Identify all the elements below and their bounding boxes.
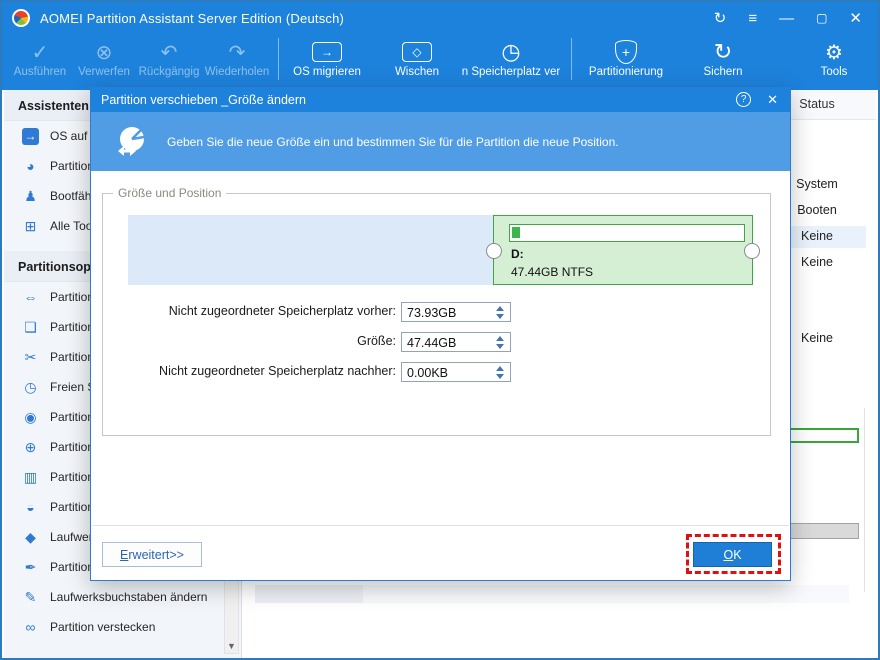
move-resize-icon: ⇔ <box>23 288 38 305</box>
spin-down-icon[interactable] <box>496 343 504 349</box>
partition-size-input[interactable] <box>401 332 511 352</box>
help-icon[interactable]: ? <box>736 92 752 107</box>
resize-handle-left[interactable] <box>486 243 502 259</box>
aomei-logo-icon <box>12 9 30 27</box>
window-title: AOMEI Partition Assistant Server Edition… <box>40 10 345 26</box>
pie-clock-icon: ◷ <box>501 39 521 64</box>
merge-icon: ◉ <box>24 408 37 425</box>
partition-layout-bar: D: 47.44GB NTFS <box>128 215 760 285</box>
partition-name: D: <box>511 247 524 261</box>
ok-button[interactable]: OK <box>693 542 772 567</box>
bottom-panel-band <box>363 585 849 603</box>
dialog-subtitle: Geben Sie die neue Größe ein und bestimm… <box>167 134 619 149</box>
broom-icon: ✒ <box>24 558 37 575</box>
field-row-before: Nicht zugeordneter Speicherplatz vorher: <box>91 302 790 322</box>
footer-divider <box>92 525 789 526</box>
main-toolbar: ✓ Ausführen ⊗ Verwerfen ↶ Rückgängig ↷ W… <box>2 34 878 90</box>
partition-size-value[interactable] <box>402 333 492 351</box>
field-row-after: Nicht zugeordneter Speicherplatz nachher… <box>91 362 790 382</box>
spinner-control[interactable] <box>492 333 508 351</box>
resize-handle-right[interactable] <box>744 243 760 259</box>
title-bar: AOMEI Partition Assistant Server Edition… <box>2 2 878 34</box>
copy-icon: ❏ <box>24 318 37 335</box>
advanced-button[interactable]: Erweitert>> <box>102 542 202 567</box>
unallocated-after-value[interactable] <box>402 363 492 381</box>
toolbar-separator <box>571 38 572 80</box>
spin-up-icon[interactable] <box>496 365 504 371</box>
partition-size: 47.44GB NTFS <box>511 265 594 279</box>
refresh-icon[interactable]: ↻ <box>714 9 727 27</box>
groupbox-label: Größe und Position <box>113 186 227 200</box>
sidebar-item-hide-partition[interactable]: ∞ Partition verstecken <box>4 612 241 642</box>
panel-edge-line <box>864 408 865 592</box>
drive-tag-icon: ◆ <box>25 528 36 545</box>
spin-down-icon[interactable] <box>496 313 504 319</box>
move-partition-icon <box>118 126 145 156</box>
migrate-os-button[interactable]: → OS migrieren <box>285 34 369 86</box>
allocate-space-button[interactable]: ◷ n Speicherplatz ver <box>457 34 565 86</box>
used-space-fill <box>512 227 520 238</box>
backup-button[interactable]: ↻ Sichern <box>688 34 758 86</box>
create-partition-icon: ⊕ <box>24 438 37 455</box>
redo-button[interactable]: ↷ Wiederholen <box>202 34 272 86</box>
partition-d-block[interactable]: D: 47.44GB NTFS <box>486 215 760 285</box>
field-row-size: Größe: <box>91 332 790 352</box>
spin-up-icon[interactable] <box>496 335 504 341</box>
split-icon: ✂ <box>24 348 37 365</box>
disk-migrate-icon: → <box>312 38 342 66</box>
discard-button[interactable]: ⊗ Verwerfen <box>72 34 136 86</box>
menu-icon[interactable]: ≡ <box>748 10 757 27</box>
discard-icon: ⊗ <box>95 41 113 64</box>
pencil-icon: ✎ <box>24 588 37 605</box>
disk-wipe-icon: ◇ <box>402 38 432 66</box>
tools-button[interactable]: ⚙ Tools <box>804 34 864 86</box>
unallocated-before-input[interactable] <box>401 302 511 322</box>
unallocated-after-input[interactable] <box>401 362 511 382</box>
minimize-icon[interactable]: — <box>779 10 794 27</box>
sidebar-item-change-letter[interactable]: ✎ Laufwerksbuchstaben ändern <box>4 582 241 612</box>
close-icon[interactable]: ✕ <box>849 9 862 27</box>
partitioning-button[interactable]: + Partitionierung <box>578 34 674 86</box>
dialog-title-bar: Partition verschieben _Größe ändern ? ✕ <box>91 88 790 112</box>
wipe-button[interactable]: ◇ Wischen <box>377 34 457 86</box>
field-label: Nicht zugeordneter Speicherplatz nachher… <box>159 364 396 378</box>
apply-button[interactable]: ✓ Ausführen <box>8 34 72 86</box>
check-icon: ✓ <box>31 41 49 64</box>
undo-button[interactable]: ↶ Rückgängig <box>136 34 202 86</box>
bootable-media-icon: ♟ <box>24 187 37 204</box>
shield-plus-icon: + <box>615 38 637 66</box>
bottom-panel-block <box>255 585 363 603</box>
spin-down-icon[interactable] <box>496 373 504 379</box>
dialog-close-icon[interactable]: ✕ <box>767 92 778 108</box>
scroll-down-icon[interactable]: ▼ <box>225 641 238 651</box>
hide-glasses-icon: ∞ <box>25 618 36 635</box>
spinner-control[interactable] <box>492 363 508 381</box>
dialog-header-band: Geben Sie die neue Größe ein und bestimm… <box>91 112 790 171</box>
unallocated-before-value[interactable] <box>402 303 492 321</box>
wrench-icon: ⚙ <box>825 41 843 64</box>
spinner-control[interactable] <box>492 303 508 321</box>
free-space-icon: ◷ <box>24 378 37 395</box>
redo-icon: ↷ <box>228 41 246 64</box>
maximize-icon[interactable]: ▢ <box>816 11 827 25</box>
all-tools-icon: ⊞ <box>24 217 37 234</box>
move-resize-dialog: Partition verschieben _Größe ändern ? ✕ … <box>90 87 791 581</box>
toolbar-separator <box>278 38 279 80</box>
disk-arrow-icon: → <box>22 127 39 145</box>
trash-icon: ▥ <box>23 468 38 485</box>
spin-up-icon[interactable] <box>496 305 504 311</box>
format-partition-icon: ◒ <box>26 498 35 515</box>
app-window: AOMEI Partition Assistant Server Edition… <box>0 0 880 660</box>
dialog-title: Partition verschieben _Größe ändern <box>101 93 306 107</box>
used-space-bar <box>509 224 745 242</box>
undo-icon: ↶ <box>160 41 178 64</box>
pie-chart-icon: ◕ <box>26 157 35 174</box>
field-label: Größe: <box>357 334 396 348</box>
field-label: Nicht zugeordneter Speicherplatz vorher: <box>168 304 396 318</box>
backup-sync-icon: ↻ <box>713 39 733 64</box>
